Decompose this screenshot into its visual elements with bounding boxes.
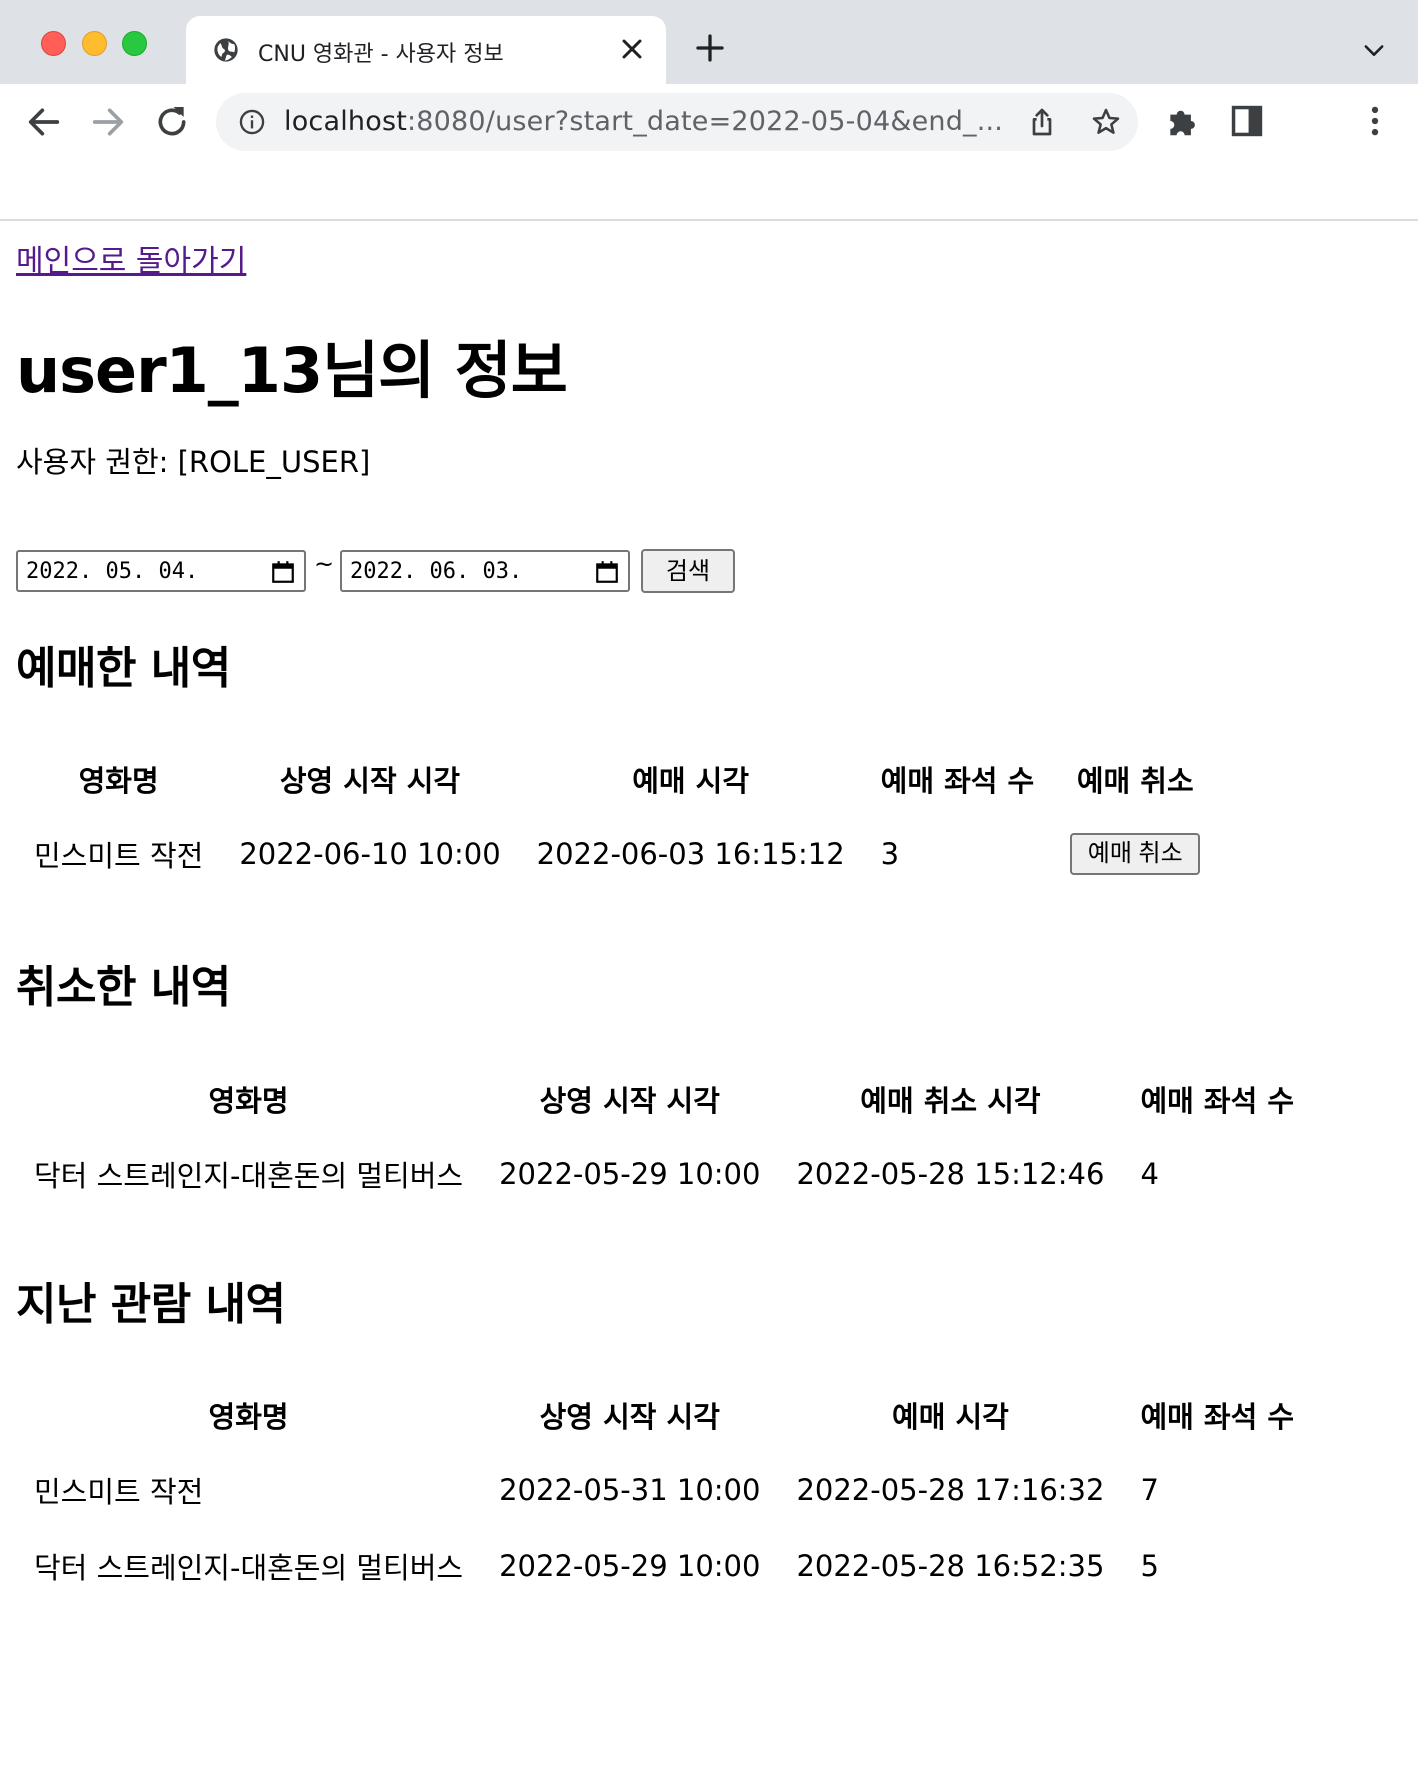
column-header: 예매 좌석 수 (1140, 1084, 1295, 1118)
movie-cell: 닥터 스트레인지-대혼돈의 멀티버스 (34, 1551, 464, 1585)
canceled-time-cell: 2022-05-28 15:12:46 (796, 1157, 1105, 1191)
table-row: 민스미트 작전 2022-06-10 10:00 2022-06-03 16:1… (16, 816, 1218, 892)
globe-icon (214, 38, 238, 62)
column-header: 상영 시작 시각 (279, 764, 461, 798)
column-header: 상영 시작 시각 (539, 1084, 720, 1118)
start-date-value: 2022. 05. 04. (26, 559, 199, 584)
table-header-row: 영화명 상영 시작 시각 예매 시각 예매 좌석 수 (16, 1378, 1312, 1452)
table-header-row: 영화명 상영 시작 시각 예매 시각 예매 좌석 수 예매 취소 (16, 742, 1218, 816)
column-header: 예매 취소 (1076, 764, 1194, 798)
table-header-row: 영화명 상영 시작 시각 예매 취소 시각 예매 좌석 수 (16, 1062, 1312, 1136)
chrome-divider (0, 219, 1418, 221)
end-date-input[interactable]: 2022. 06. 03. (340, 550, 630, 592)
start-date-input[interactable]: 2022. 05. 04. (16, 550, 306, 592)
cancellations-title: 취소한 내역 (16, 962, 231, 1013)
url-host: localhost (284, 106, 407, 137)
movie-cell: 민스미트 작전 (34, 1475, 204, 1509)
table-row: 닥터 스트레인지-대혼돈의 멀티버스 2022-05-29 10:00 2022… (16, 1136, 1312, 1212)
column-header: 예매 좌석 수 (880, 764, 1035, 798)
browser-toolbar: localhost:8080/user?start_date=2022-05-0… (0, 84, 1418, 220)
column-header: 예매 취소 시각 (860, 1084, 1041, 1118)
start-time-cell: 2022-06-10 10:00 (239, 837, 501, 871)
url-text[interactable]: localhost:8080/user?start_date=2022-05-0… (284, 106, 1003, 137)
puzzle-icon[interactable] (1164, 102, 1202, 140)
seat-count-cell: 4 (1140, 1157, 1159, 1191)
start-time-cell: 2022-05-29 10:00 (499, 1157, 761, 1191)
column-header: 예매 시각 (892, 1400, 1009, 1434)
movie-cell: 민스미트 작전 (34, 839, 204, 873)
reserved-time-cell: 2022-06-03 16:15:12 (536, 837, 845, 871)
start-time-cell: 2022-05-29 10:00 (499, 1549, 761, 1583)
column-header: 영화명 (78, 764, 159, 798)
share-icon[interactable] (1026, 106, 1058, 138)
calendar-icon[interactable] (594, 559, 620, 585)
forward-arrow-icon[interactable] (88, 102, 128, 142)
start-time-cell: 2022-05-31 10:00 (499, 1473, 761, 1507)
table-row: 닥터 스트레인지-대혼돈의 멀티버스 2022-05-29 10:00 2022… (16, 1528, 1312, 1604)
seat-count-cell: 3 (880, 837, 900, 871)
info-icon[interactable] (238, 108, 266, 136)
close-window-button[interactable] (41, 31, 66, 56)
history-table: 영화명 상영 시작 시각 예매 시각 예매 좌석 수 민스미트 작전 2022-… (16, 1378, 1312, 1604)
history-title: 지난 관람 내역 (16, 1279, 286, 1330)
side-panel-icon[interactable] (1228, 102, 1266, 140)
tab-strip: CNU 영화관 - 사용자 정보 (0, 0, 1418, 84)
cancellations-table: 영화명 상영 시작 시각 예매 취소 시각 예매 좌석 수 닥터 스트레인지-대… (16, 1062, 1312, 1212)
browser-tab-active[interactable]: CNU 영화관 - 사용자 정보 (186, 16, 666, 84)
star-icon[interactable] (1090, 106, 1122, 138)
seat-count-cell: 7 (1140, 1473, 1159, 1507)
cancel-reservation-button[interactable]: 예매 취소 (1070, 833, 1201, 875)
page-title: user1_13님의 정보 (16, 334, 568, 407)
back-arrow-icon[interactable] (24, 102, 64, 142)
minimize-window-button[interactable] (82, 31, 107, 56)
kebab-menu-icon[interactable] (1356, 102, 1394, 140)
reload-icon[interactable] (152, 102, 192, 142)
table-row: 민스미트 작전 2022-05-31 10:00 2022-05-28 17:1… (16, 1452, 1312, 1528)
end-date-value: 2022. 06. 03. (350, 559, 523, 584)
date-range-separator: ~ (314, 550, 335, 578)
back-to-main-link[interactable]: 메인으로 돌아가기 (16, 236, 246, 280)
reserved-time-cell: 2022-05-28 16:52:35 (796, 1549, 1105, 1583)
movie-cell: 닥터 스트레인지-대혼돈의 멀티버스 (34, 1159, 464, 1193)
user-role-text: 사용자 권한: [ROLE_USER] (16, 445, 371, 479)
reservations-table: 영화명 상영 시작 시각 예매 시각 예매 좌석 수 예매 취소 민스미트 작전… (16, 742, 1218, 892)
column-header: 영화명 (208, 1084, 289, 1118)
close-icon[interactable] (616, 33, 648, 65)
browser-chrome: CNU 영화관 - 사용자 정보 localhost:8080/user?sta… (0, 0, 1418, 221)
plus-icon[interactable] (692, 30, 728, 66)
tab-title: CNU 영화관 - 사용자 정보 (258, 42, 504, 67)
column-header: 예매 시각 (632, 764, 750, 798)
url-path: :8080/user?start_date=2022-05-04&end_... (407, 106, 1004, 137)
reservations-title: 예매한 내역 (16, 643, 231, 694)
reserved-time-cell: 2022-05-28 17:16:32 (796, 1473, 1105, 1507)
column-header: 영화명 (208, 1400, 289, 1434)
maximize-window-button[interactable] (122, 31, 147, 56)
chevron-down-icon[interactable] (1360, 36, 1388, 64)
column-header: 예매 좌석 수 (1140, 1400, 1295, 1434)
address-bar[interactable]: localhost:8080/user?start_date=2022-05-0… (216, 93, 1138, 151)
cancel-cell: 예매 취소 (1052, 816, 1218, 892)
search-button[interactable]: 검색 (641, 549, 735, 593)
column-header: 상영 시작 시각 (539, 1400, 720, 1434)
seat-count-cell: 5 (1140, 1549, 1159, 1583)
calendar-icon[interactable] (270, 559, 296, 585)
